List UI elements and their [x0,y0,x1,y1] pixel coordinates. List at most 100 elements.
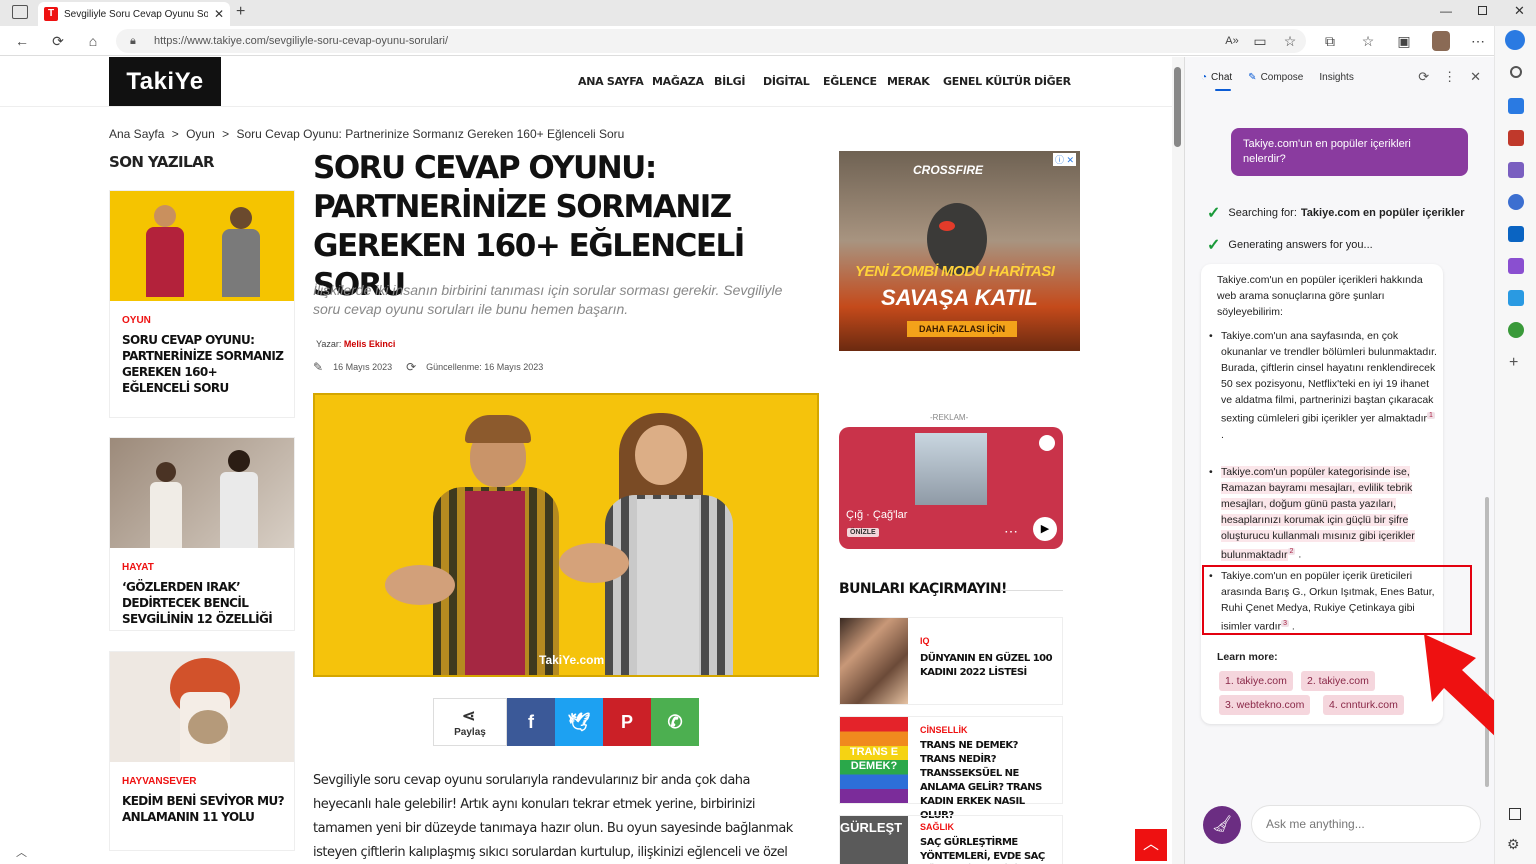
spotify-embed[interactable]: Çığ · Çağ'lar ÖNİZLE ⋯ ▶ [839,427,1063,549]
nav-ana-sayfa[interactable]: ANA SAYFA [578,75,644,88]
back-icon[interactable]: ← [12,32,32,50]
new-tab-icon[interactable]: + [236,3,245,21]
close-tab-icon[interactable]: ✕ [214,7,224,21]
album-art [915,433,987,505]
nav-bilgi[interactable]: BİLGİ [714,75,745,88]
settings-icon[interactable]: ⚙ [1507,836,1520,853]
refresh-icon[interactable]: ⟳ [48,32,68,50]
must-see-item[interactable]: IQ DÜNYANIN EN GÜZEL 100 KADINI 2022 LİS… [839,617,1063,705]
outlook-icon[interactable] [1508,226,1524,242]
designer-icon[interactable] [1508,258,1524,274]
must-see-item[interactable]: GÜRLEŞT SAĞLIK SAÇ GÜRLEŞTİRME YÖNTEMLER… [839,815,1063,864]
must-see-image: TRANS E DEMEK? [840,717,908,803]
breadcrumb-category[interactable]: Oyun [186,127,215,141]
source-link[interactable]: 4. cnnturk.com [1323,695,1404,715]
scroll-up-arrow[interactable]: ︿ [16,844,27,860]
tab-compose[interactable]: ✎ Compose [1248,72,1303,83]
nav-genel-kultur[interactable]: GENEL KÜLTÜR [943,75,1031,88]
page-scrollbar[interactable] [1172,57,1184,864]
sidebar-card-title[interactable]: SORU CEVAP OYUNU: PARTNERİNİZE SORMANIZ … [122,332,284,396]
sidebar-card[interactable]: OYUN SORU CEVAP OYUNU: PARTNERİNİZE SORM… [109,190,295,418]
share-bar: ⋖ Paylaş f 🕊︎ P ✆ [433,698,699,746]
lock-icon: 🔒︎ [130,35,136,47]
browser-tab-active[interactable]: T Sevgiliyle Soru Cevap Oyunu Sor ✕ [38,2,230,26]
sidebar-toggle-icon[interactable] [1509,808,1521,820]
breadcrumb-separator: > [222,127,230,141]
search-icon[interactable] [1510,66,1522,78]
nav-magaza[interactable]: MAĞAZA [652,75,704,88]
profile-avatar[interactable] [1432,31,1450,51]
tab-actions-icon[interactable] [12,5,28,19]
must-see-category: SAĞLIK [920,822,955,832]
tools-icon[interactable] [1508,130,1524,146]
more-options-icon[interactable]: ⋮ [1443,69,1456,85]
chat-input[interactable]: Ask me anything... [1251,805,1481,843]
sidebar-card-title[interactable]: ‘GÖZLERDEN IRAK’ DEDİRTECEK BENCİL SEVGİ… [122,579,284,627]
home-icon[interactable]: ⌂ [83,32,103,50]
answer-intro: Takiye.com'un en popüler içerikleri hakk… [1217,274,1423,318]
nav-diger[interactable]: DİĞER [1034,75,1071,88]
immersive-reader-icon[interactable]: ▭ [1250,32,1270,50]
breadcrumb-home[interactable]: Ana Sayfa [109,127,164,141]
close-icon[interactable]: ✕ [1470,69,1481,85]
sidebar-card-title[interactable]: KEDİM BENİ SEVİYOR MU? ANLAMANIN 11 YOLU [122,793,285,825]
twitter-share-button[interactable]: 🕊︎ [555,698,603,746]
pinterest-share-button[interactable]: P [603,698,651,746]
address-bar[interactable]: 🔒︎ https://www.takiye.com/sevgiliyle-sor… [116,29,1306,53]
spotify-icon[interactable] [1039,435,1055,451]
ad-cta-button[interactable]: DAHA FAZLASI İÇİN [907,321,1018,337]
send-icon[interactable] [1508,290,1524,306]
author-name[interactable]: Melis Ekinci [344,339,396,349]
office-icon[interactable] [1508,194,1524,210]
sidebar-card[interactable]: HAYVANSEVER KEDİM BENİ SEVİYOR MU? ANLAM… [109,651,295,851]
more-menu-icon[interactable]: ⋯ [1468,32,1488,50]
page-scrollbar-thumb[interactable] [1174,67,1181,147]
tab-title: Sevgiliyle Soru Cevap Oyunu Sor [64,8,208,20]
favorites-icon[interactable]: ☆ [1358,32,1378,50]
crossfire-ad[interactable]: CROSSFIRE YENİ ZOMBİ MODU HARİTASI SAVAŞ… [839,151,1080,351]
citation-ref[interactable]: 1 [1427,412,1435,419]
collections-icon[interactable]: ▣ [1394,32,1414,50]
tab-chat[interactable]: ◔ Chat [1201,72,1232,91]
read-aloud-icon[interactable]: A» [1222,32,1242,50]
minimize-icon[interactable]: — [1440,4,1452,18]
must-see-image [840,618,908,704]
must-see-item-title[interactable]: TRANS NE DEMEK? TRANS NEDİR? TRANSSEKSÜE… [920,739,1056,823]
back-to-top-button[interactable]: ︿ [1135,829,1167,861]
nav-digital[interactable]: DİGİTAL [763,75,810,88]
tree-icon[interactable] [1508,322,1524,338]
nav-merak[interactable]: MERAK [887,75,930,88]
tab-insights[interactable]: Insights [1319,72,1353,83]
new-topic-button[interactable]: 🧹︎ [1203,806,1241,844]
must-see-item-title[interactable]: DÜNYANIN EN GÜZEL 100 KADINI 2022 LİSTES… [920,652,1056,680]
refresh-icon[interactable]: ⟳ [1418,69,1429,85]
bing-copilot-icon[interactable] [1505,30,1525,50]
must-see-item[interactable]: TRANS E DEMEK? CİNSELLİK TRANS NE DEMEK?… [839,716,1063,821]
browser-toolbar: ← ⟳ ⌂ 🔒︎ https://www.takiye.com/sevgiliy… [0,26,1536,56]
citation-ref[interactable]: 2 [1287,548,1296,555]
source-link[interactable]: 3. webtekno.com [1219,695,1311,715]
add-icon[interactable]: + [1509,354,1518,372]
shopping-tag-icon[interactable] [1508,98,1524,114]
source-link[interactable]: 2. takiye.com [1301,671,1375,691]
close-window-icon[interactable]: ✕ [1514,3,1525,19]
breadcrumb: Ana Sayfa > Oyun > Soru Cevap Oyunu: Par… [109,127,624,141]
ad-info-icon[interactable]: ⓘ ✕ [1053,153,1077,166]
source-link[interactable]: 1. takiye.com [1219,671,1293,691]
must-see-item-title[interactable]: SAÇ GÜRLEŞTİRME YÖNTEMLERİ, EVDE SAÇ GÜR… [920,836,1056,864]
restore-icon[interactable] [1478,6,1487,15]
facebook-share-button[interactable]: f [507,698,555,746]
sidebar-card[interactable]: HAYAT ‘GÖZLERDEN IRAK’ DEDİRTECEK BENCİL… [109,437,295,631]
favorite-add-icon[interactable]: ☆ [1280,32,1300,50]
ad-brand: CROSSFIRE [913,163,984,177]
sidebar-card-category: OYUN [122,315,151,326]
play-button[interactable]: ▶ [1033,517,1057,541]
article-author: Yazar: Melis Ekinci [316,339,395,349]
nav-eglence[interactable]: EĞLENCE [823,75,877,88]
ad-headline-2: SAVAŞA KATIL [881,285,1038,310]
site-logo[interactable]: TakiYe [109,57,221,106]
more-options-icon[interactable]: ⋯ [1004,523,1018,540]
whatsapp-share-button[interactable]: ✆ [651,698,699,746]
extensions-icon[interactable]: ⧉ [1320,32,1340,50]
games-icon[interactable] [1508,162,1524,178]
